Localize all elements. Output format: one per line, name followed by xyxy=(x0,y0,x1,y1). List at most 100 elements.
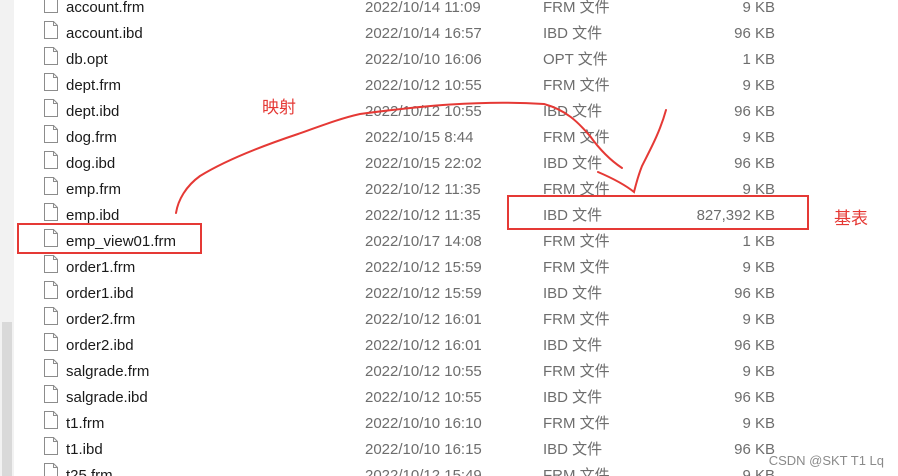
file-row[interactable]: emp.frm 2022/10/12 11:35 FRM 文件 9 KB xyxy=(0,177,898,203)
file-modified-date: 2022/10/14 16:57 xyxy=(365,25,482,42)
file-size: 827,392 KB xyxy=(696,207,775,224)
file-modified-date: 2022/10/15 22:02 xyxy=(365,155,482,172)
file-size: 9 KB xyxy=(742,311,775,328)
file-name: account.ibd xyxy=(66,25,143,42)
file-type: IBD 文件 xyxy=(543,337,603,354)
file-size: 1 KB xyxy=(742,51,775,68)
file-row[interactable]: db.opt 2022/10/10 16:06 OPT 文件 1 KB xyxy=(0,47,898,73)
file-modified-date: 2022/10/10 16:10 xyxy=(365,415,482,432)
file-row[interactable]: dept.ibd 2022/10/12 10:55 IBD 文件 96 KB xyxy=(0,99,898,125)
file-icon xyxy=(44,203,58,221)
file-modified-date: 2022/10/12 10:55 xyxy=(365,103,482,120)
file-icon xyxy=(44,99,58,117)
file-row[interactable]: dog.ibd 2022/10/15 22:02 IBD 文件 96 KB xyxy=(0,151,898,177)
file-icon xyxy=(44,281,58,299)
file-icon xyxy=(44,255,58,273)
file-row[interactable]: t25.frm 2022/10/12 15:49 FRM 文件 9 KB xyxy=(0,463,898,476)
file-name: salgrade.ibd xyxy=(66,389,148,406)
file-size: 9 KB xyxy=(742,181,775,198)
file-row[interactable]: dept.frm 2022/10/12 10:55 FRM 文件 9 KB xyxy=(0,73,898,99)
file-icon xyxy=(44,47,58,65)
file-size: 9 KB xyxy=(742,415,775,432)
file-icon xyxy=(44,359,58,377)
file-modified-date: 2022/10/12 15:59 xyxy=(365,259,482,276)
file-row[interactable]: order2.frm 2022/10/12 16:01 FRM 文件 9 KB xyxy=(0,307,898,333)
file-row[interactable]: account.frm 2022/10/14 11:09 FRM 文件 9 KB xyxy=(0,0,898,21)
file-row[interactable]: order2.ibd 2022/10/12 16:01 IBD 文件 96 KB xyxy=(0,333,898,359)
file-size: 9 KB xyxy=(742,129,775,146)
file-type: IBD 文件 xyxy=(543,155,603,172)
file-name: salgrade.frm xyxy=(66,363,150,380)
file-icon xyxy=(44,229,58,247)
file-name: order2.ibd xyxy=(66,337,134,354)
file-row[interactable]: t1.frm 2022/10/10 16:10 FRM 文件 9 KB xyxy=(0,411,898,437)
file-row[interactable]: order1.frm 2022/10/12 15:59 FRM 文件 9 KB xyxy=(0,255,898,281)
file-row[interactable]: account.ibd 2022/10/14 16:57 IBD 文件 96 KB xyxy=(0,21,898,47)
file-name: dept.frm xyxy=(66,77,122,94)
file-modified-date: 2022/10/12 11:35 xyxy=(365,181,481,198)
file-type: FRM 文件 xyxy=(543,415,610,432)
file-name: dog.frm xyxy=(66,129,117,146)
file-row[interactable]: emp_view01.frm 2022/10/17 14:08 FRM 文件 1 KB xyxy=(0,229,898,255)
file-type: FRM 文件 xyxy=(543,0,610,16)
file-type: FRM 文件 xyxy=(543,363,610,380)
file-size: 96 KB xyxy=(734,441,775,458)
file-modified-date: 2022/10/12 15:59 xyxy=(365,285,482,302)
file-icon xyxy=(44,151,58,169)
file-modified-date: 2022/10/12 10:55 xyxy=(365,389,482,406)
file-name: t1.ibd xyxy=(66,441,103,458)
file-type: FRM 文件 xyxy=(543,311,610,328)
file-row[interactable]: salgrade.ibd 2022/10/12 10:55 IBD 文件 96 KB xyxy=(0,385,898,411)
file-name: account.frm xyxy=(66,0,145,16)
file-type: OPT 文件 xyxy=(543,51,608,68)
file-icon xyxy=(44,385,58,403)
file-icon xyxy=(44,333,58,351)
file-icon xyxy=(44,307,58,325)
file-type: FRM 文件 xyxy=(543,181,610,198)
file-modified-date: 2022/10/10 16:06 xyxy=(365,51,482,68)
watermark-text: CSDN @SKT T1 Lq xyxy=(768,453,884,468)
file-name: t25.frm xyxy=(66,467,113,476)
file-name: order2.frm xyxy=(66,311,136,328)
file-icon xyxy=(44,73,58,91)
file-modified-date: 2022/10/17 14:08 xyxy=(365,233,482,250)
file-name: emp_view01.frm xyxy=(66,233,177,250)
file-size: 9 KB xyxy=(742,77,775,94)
file-size: 96 KB xyxy=(734,25,775,42)
file-name: dept.ibd xyxy=(66,103,120,120)
file-size: 9 KB xyxy=(742,467,775,476)
file-icon xyxy=(44,437,58,455)
file-type: IBD 文件 xyxy=(543,285,603,302)
file-size: 96 KB xyxy=(734,103,775,120)
file-icon xyxy=(44,177,58,195)
file-row[interactable]: emp.ibd 2022/10/12 11:35 IBD 文件 827,392 KB xyxy=(0,203,898,229)
file-modified-date: 2022/10/12 16:01 xyxy=(365,337,482,354)
file-type: FRM 文件 xyxy=(543,259,610,276)
file-name: order1.ibd xyxy=(66,285,134,302)
file-type: FRM 文件 xyxy=(543,233,610,250)
base-table-annotation-label: 基表 xyxy=(834,209,868,229)
file-row[interactable]: order1.ibd 2022/10/12 15:59 IBD 文件 96 KB xyxy=(0,281,898,307)
file-type: IBD 文件 xyxy=(543,389,603,406)
file-icon xyxy=(44,411,58,429)
file-modified-date: 2022/10/12 15:49 xyxy=(365,467,482,476)
file-modified-date: 2022/10/12 11:35 xyxy=(365,207,481,224)
file-name: emp.frm xyxy=(66,181,122,198)
file-type: FRM 文件 xyxy=(543,129,610,146)
file-type: IBD 文件 xyxy=(543,207,603,224)
file-type: FRM 文件 xyxy=(543,77,610,94)
mapping-annotation-label: 映射 xyxy=(262,98,296,118)
file-size: 96 KB xyxy=(734,389,775,406)
file-name: emp.ibd xyxy=(66,207,120,224)
file-row[interactable]: t1.ibd 2022/10/10 16:15 IBD 文件 96 KB xyxy=(0,437,898,463)
file-modified-date: 2022/10/10 16:15 xyxy=(365,441,482,458)
file-explorer-window: account.frm 2022/10/14 11:09 FRM 文件 9 KB acc… xyxy=(0,0,898,476)
file-size: 96 KB xyxy=(734,285,775,302)
file-name: db.opt xyxy=(66,51,108,68)
file-row[interactable]: salgrade.frm 2022/10/12 10:55 FRM 文件 9 KB xyxy=(0,359,898,385)
file-name: dog.ibd xyxy=(66,155,116,172)
file-modified-date: 2022/10/12 10:55 xyxy=(365,363,482,380)
file-row[interactable]: dog.frm 2022/10/15 8:44 FRM 文件 9 KB xyxy=(0,125,898,151)
file-modified-date: 2022/10/15 8:44 xyxy=(365,129,474,146)
file-list: account.frm 2022/10/14 11:09 FRM 文件 9 KB acc… xyxy=(0,0,898,476)
